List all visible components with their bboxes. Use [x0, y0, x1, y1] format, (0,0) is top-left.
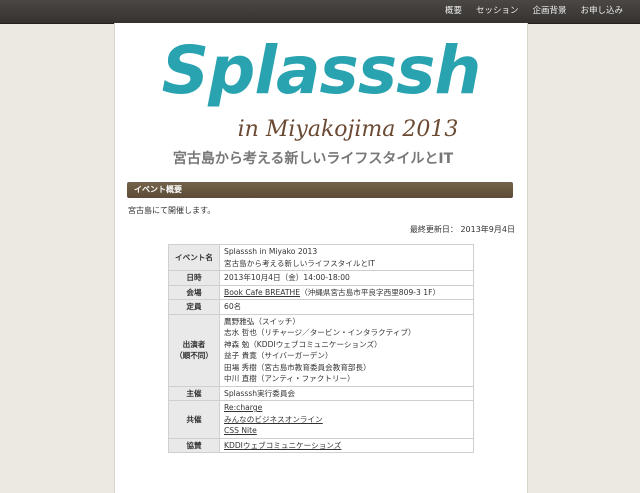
cohost-link-minna-business[interactable]: みんなのビジネスオンライン: [224, 414, 469, 426]
table-row: 協賛 KDDIウェブコミュニケーションズ: [168, 437, 474, 453]
speakers-value: 鷹野雅弘（スイッチ） 志水 哲也（リチャージ／タービン・インタラクティブ） 神森…: [219, 313, 474, 387]
table-row: 定員 60名: [168, 299, 474, 315]
nav-item-background[interactable]: 企画背景: [525, 0, 573, 23]
venue-label: 会場: [168, 284, 220, 300]
table-row: 共催 Re:charge みんなのビジネスオンライン CSS Nite: [168, 400, 474, 439]
logo-tagline: 宮古島から考える新しいライフスタイルとIT: [173, 150, 454, 167]
organizer-label: 主催: [168, 385, 220, 401]
nav-item-sessions[interactable]: セッション: [469, 0, 526, 23]
speaker-item: 益子 貴寛（サイバーガーデン）: [224, 351, 333, 360]
speaker-item: 鷹野雅弘（スイッチ）: [224, 316, 300, 326]
event-name-line: Splasssh in Miyako 2013: [224, 247, 318, 256]
event-name-value: Splasssh in Miyako 2013 宮古島から考える新しいライフスタ…: [219, 244, 474, 271]
nav-item-overview[interactable]: 概要: [438, 0, 469, 23]
table-row: 日時 2013年10月4日（金）14:00-18:00: [168, 270, 474, 286]
intro-text: 宮古島にて開催します。: [128, 206, 216, 215]
nav-item-apply[interactable]: お申し込み: [573, 0, 630, 23]
last-updated: 最終更新日： 2013年9月4日: [409, 225, 515, 234]
cohost-value: Re:charge みんなのビジネスオンライン CSS Nite: [219, 400, 474, 439]
date-value: 2013年10月4日（金）14:00-18:00: [219, 270, 474, 286]
table-row: 主催 Splasssh実行委員会: [168, 385, 474, 401]
speakers-label: 出演者 （順不同）: [168, 313, 220, 387]
capacity-value: 60名: [219, 299, 474, 315]
top-navigation: 概要 セッション 企画背景 お申し込み: [0, 0, 640, 24]
logo-subtitle: in Miyakojima 2013: [238, 117, 459, 142]
organizer-value: Splasssh実行委員会: [219, 385, 474, 401]
site-logo: Splasssh in Miyakojima 2013 宮古島から考える新しいラ…: [162, 32, 482, 167]
date-label: 日時: [168, 270, 220, 286]
sponsor-link[interactable]: KDDIウェブコミュニケーションズ: [224, 441, 341, 450]
event-name-label: イベント名: [168, 244, 220, 271]
speakers-label-main: 出演者: [182, 339, 206, 349]
cohost-label: 共催: [168, 400, 220, 439]
event-info-table: イベント名 Splasssh in Miyako 2013 宮古島から考える新し…: [168, 244, 474, 453]
section-heading: イベント概要: [134, 185, 182, 194]
page-container: Splasssh in Miyakojima 2013 宮古島から考える新しいラ…: [114, 23, 528, 493]
table-row: イベント名 Splasssh in Miyako 2013 宮古島から考える新し…: [168, 244, 474, 271]
table-row: 出演者 （順不同） 鷹野雅弘（スイッチ） 志水 哲也（リチャージ／タービン・イン…: [168, 313, 474, 387]
event-name-line: 宮古島から考える新しいライフスタイルとIT: [224, 258, 375, 268]
cohost-link-css-nite[interactable]: CSS Nite: [224, 425, 469, 437]
sponsor-label: 協賛: [168, 437, 220, 453]
sponsor-value: KDDIウェブコミュニケーションズ: [219, 437, 474, 453]
capacity-label: 定員: [168, 299, 220, 315]
speaker-item: 志水 哲也（リチャージ／タービン・インタラクティブ）: [224, 328, 416, 337]
venue-address: （沖縄県宮古島市平良字西里809-3 1F）: [300, 287, 441, 297]
section-heading-bar: イベント概要: [127, 182, 513, 198]
venue-value: Book Cafe BREATHE（沖縄県宮古島市平良字西里809-3 1F）: [219, 284, 474, 300]
cohost-link-recharge[interactable]: Re:charge: [224, 402, 469, 414]
venue-link[interactable]: Book Cafe BREATHE: [224, 288, 300, 297]
speaker-item: 田場 秀樹（宮古島市教育委員会教育部長）: [224, 362, 371, 372]
logo-title: Splasssh: [162, 32, 481, 109]
table-row: 会場 Book Cafe BREATHE（沖縄県宮古島市平良字西里809-3 1…: [168, 284, 474, 300]
speaker-item: 中川 直樹（アンティ・ファクトリー）: [224, 374, 355, 383]
speakers-label-note: （順不同）: [175, 351, 213, 360]
speaker-item: 神森 勉（KDDIウェブコミュニケーションズ）: [224, 339, 382, 349]
